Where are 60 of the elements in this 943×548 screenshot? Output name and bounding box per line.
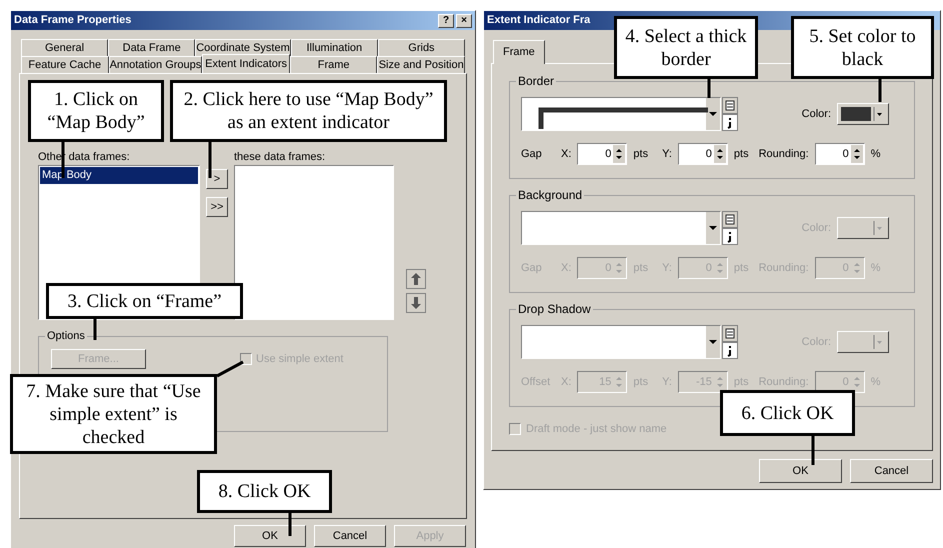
tab[interactable]: Size and Position	[377, 56, 465, 73]
title-bar-button[interactable]: ?	[438, 14, 454, 28]
group-title: Drop Shadow	[516, 302, 593, 316]
color-label: Color:	[802, 106, 831, 122]
field-label: X:	[561, 146, 572, 162]
window-title: Data Frame Properties	[14, 13, 132, 28]
symbol-properties-icon[interactable]	[722, 97, 738, 131]
tab[interactable]: Data Frame	[108, 39, 196, 56]
callout: 6. Click OK	[720, 390, 855, 436]
tab[interactable]: Extent Indicators	[202, 54, 290, 73]
move-button[interactable]: >	[206, 169, 228, 189]
tab[interactable]: Feature Cache	[21, 56, 109, 73]
unit-label: pts	[633, 146, 648, 162]
spin-field[interactable]: 0	[814, 143, 865, 165]
leader-line	[812, 436, 814, 465]
symbol-selector[interactable]	[521, 97, 721, 131]
leader-line	[288, 513, 292, 536]
leader-line	[878, 79, 882, 102]
tab[interactable]: Frame	[290, 56, 378, 73]
unit-label: %	[870, 374, 881, 390]
spin-field[interactable]: 0	[678, 143, 728, 165]
callout: 5. Set color to black	[791, 16, 934, 79]
callout: 3. Click on “Frame”	[46, 283, 243, 319]
field-label: Gap	[521, 146, 543, 162]
dialog-button[interactable]: Cancel	[850, 459, 933, 483]
group-title: Background	[516, 188, 584, 202]
dialog-button[interactable]: OK	[234, 525, 306, 547]
field-label: Y:	[662, 146, 672, 162]
callout: 7. Make sure that “Use simple extent” is checked	[10, 374, 217, 454]
callout: 4. Select a thick border	[614, 16, 758, 79]
field-label: Rounding:	[758, 146, 809, 162]
spin-field[interactable]: 0	[577, 143, 628, 165]
leader-line	[208, 142, 212, 178]
spin-arrows-icon[interactable]	[714, 145, 726, 163]
dialog-button[interactable]: OK	[759, 459, 842, 483]
title-bar-button[interactable]: ×	[456, 14, 472, 28]
color-picker[interactable]	[837, 103, 889, 125]
callout: 8. Click OK	[197, 470, 332, 513]
group-title: Border	[516, 74, 556, 88]
window-title: Extent Indicator Fra	[487, 13, 592, 28]
leader-line	[94, 319, 96, 340]
callout: 1. Click on “Map Body”	[28, 80, 164, 142]
tab[interactable]: Illumination	[290, 39, 378, 56]
group-title: Options	[45, 329, 87, 343]
dropdown-arrow-icon[interactable]	[873, 107, 883, 121]
tab[interactable]: Grids	[378, 39, 465, 56]
move-button[interactable]: >>	[206, 197, 228, 217]
spin-arrows-icon[interactable]	[850, 145, 863, 163]
spin-arrows-icon[interactable]	[613, 145, 626, 163]
dialog-button[interactable]: Cancel	[314, 525, 386, 547]
unit-label: pts	[734, 146, 749, 162]
leader-line	[708, 79, 710, 98]
callout: 2. Click here to use “Map Body” as an extent indicator	[170, 80, 447, 142]
leader-line	[216, 360, 244, 378]
tab[interactable]: Frame	[493, 40, 545, 64]
unit-label: %	[870, 260, 881, 276]
unit-label: %	[870, 146, 881, 162]
list-label: these data frames:	[234, 150, 326, 163]
tab[interactable]: Annotation Groups	[108, 56, 202, 73]
tab[interactable]: General	[21, 39, 108, 56]
